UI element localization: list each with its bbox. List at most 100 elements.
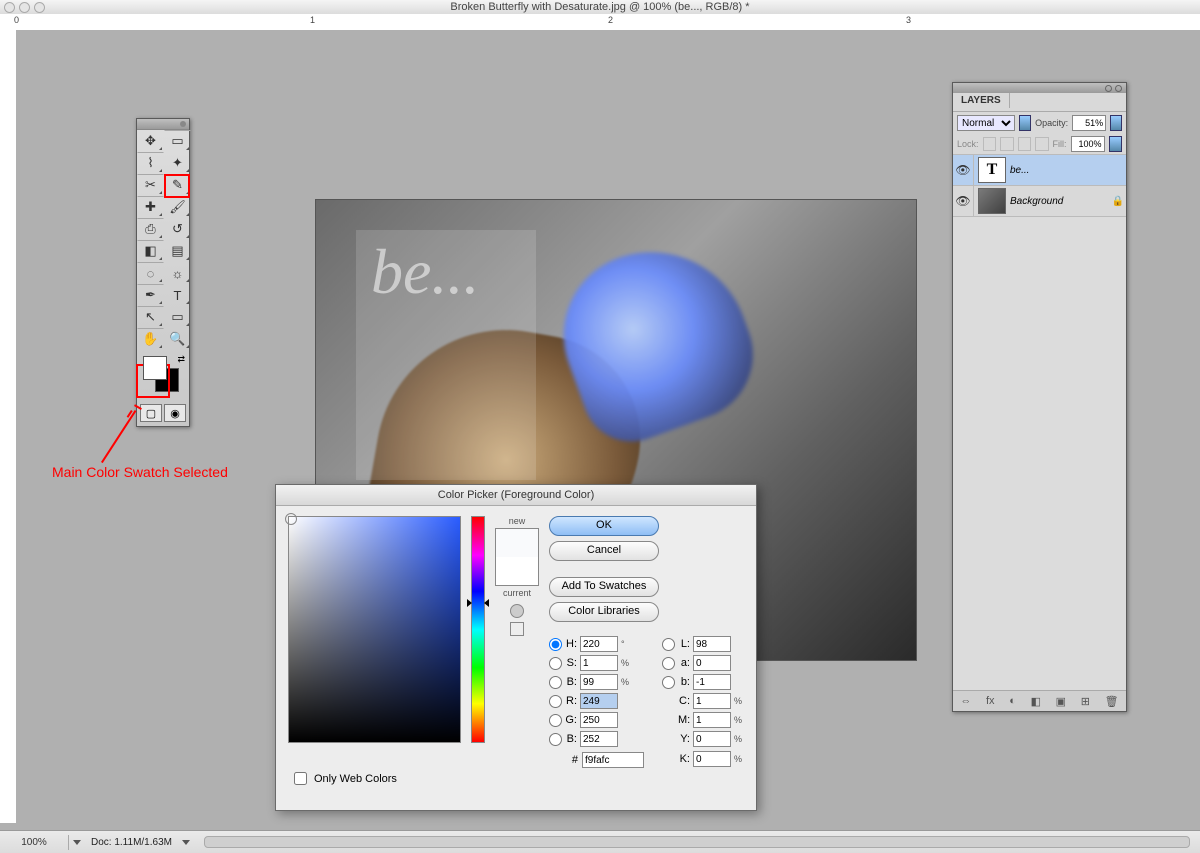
a-radio[interactable] (662, 657, 675, 670)
lock-image-icon[interactable] (1000, 137, 1014, 151)
fill-input[interactable] (1071, 136, 1105, 152)
web-safe-warning-icon[interactable] (510, 622, 524, 636)
opacity-input[interactable] (1072, 115, 1106, 131)
r-radio[interactable] (549, 695, 562, 708)
tool-hand[interactable]: ✋ (137, 328, 164, 350)
zoom-level[interactable]: 100% (0, 835, 69, 850)
layers-panel-header[interactable] (953, 83, 1126, 93)
add-to-swatches-button[interactable]: Add To Swatches (549, 577, 659, 597)
b-radio[interactable] (662, 676, 675, 689)
status-bar: 100% Doc: 1.11M/1.63M (0, 830, 1200, 853)
ruler-vertical[interactable] (0, 30, 17, 823)
fill-flyout-icon[interactable] (1109, 136, 1123, 152)
layer-row[interactable]: 👁Tbe... (953, 155, 1126, 186)
tools-panel[interactable]: ✥▭⌇✦✂✎✚🖌⎙↺◧▤◌☼✒T↖▭✋🔍 ⇄ ▢ ◉ (136, 118, 190, 427)
tool-shape[interactable]: ▭ (164, 306, 191, 328)
standard-mode-button[interactable]: ▢ (140, 404, 162, 422)
saturation-value-field[interactable] (288, 516, 461, 743)
tool-healing[interactable]: ✚ (137, 196, 164, 218)
tool-stamp[interactable]: ⎙ (137, 218, 164, 240)
layers-footer-btn-0[interactable]: ⇔ (960, 695, 971, 707)
layers-footer-btn-4[interactable]: ▣ (1056, 695, 1066, 708)
k-input[interactable] (693, 751, 731, 767)
window-controls[interactable] (4, 2, 45, 13)
layers-footer-btn-3[interactable]: ◧ (1031, 695, 1041, 708)
b-input[interactable] (693, 674, 731, 690)
text-layer-be[interactable]: be... (371, 235, 479, 309)
dialog-title: Color Picker (Foreground Color) (276, 485, 756, 506)
tool-history-brush[interactable]: ↺ (164, 218, 191, 240)
tool-move[interactable]: ✥ (137, 130, 164, 152)
ruler-horizontal[interactable]: 0 1 2 3 (0, 14, 1200, 31)
status-menu2-icon[interactable] (182, 840, 190, 845)
c-input[interactable] (693, 693, 731, 709)
tool-dodge[interactable]: ☼ (164, 262, 191, 284)
s-input[interactable] (580, 655, 618, 671)
lock-transparency-icon[interactable] (983, 137, 997, 151)
layer-name[interactable]: Background (1010, 196, 1110, 207)
hue-pointer-left-icon[interactable] (467, 599, 472, 607)
y-input[interactable] (693, 731, 731, 747)
tool-eraser[interactable]: ◧ (137, 240, 164, 262)
bb-radio[interactable] (549, 676, 562, 689)
hex-input[interactable] (582, 752, 644, 768)
horizontal-scrollbar[interactable] (204, 836, 1190, 848)
bb-input[interactable] (580, 674, 618, 690)
color-libraries-button[interactable]: Color Libraries (549, 602, 659, 622)
gamut-warning-icon[interactable] (510, 604, 524, 618)
tool-pen[interactable]: ✒ (137, 284, 164, 306)
tool-magic-wand[interactable]: ✦ (164, 152, 191, 174)
visibility-icon[interactable]: 👁 (953, 155, 974, 185)
g-radio[interactable] (549, 714, 562, 727)
status-menu-icon[interactable] (73, 840, 81, 845)
cancel-button[interactable]: Cancel (549, 541, 659, 561)
h-radio[interactable] (549, 638, 562, 651)
layers-footer-btn-6[interactable]: 🗑 (1105, 695, 1119, 708)
tool-lasso[interactable]: ⌇ (137, 152, 164, 174)
l-input[interactable] (693, 636, 731, 652)
s-radio[interactable] (549, 657, 562, 670)
color-picker-dialog[interactable]: Color Picker (Foreground Color) new curr… (275, 484, 757, 811)
foreground-color-swatch[interactable] (143, 356, 167, 380)
blend-mode-dropdown-icon[interactable] (1019, 115, 1031, 131)
ok-button[interactable]: OK (549, 516, 659, 536)
tool-type[interactable]: T (164, 284, 191, 306)
opacity-flyout-icon[interactable] (1110, 115, 1122, 131)
quick-mask-button[interactable]: ◉ (164, 404, 186, 422)
g-input[interactable] (580, 712, 618, 728)
m-input[interactable] (693, 712, 731, 728)
new-current-swatch[interactable] (495, 528, 539, 586)
window-title: Broken Butterfly with Desaturate.jpg @ 1… (450, 1, 749, 13)
r-input[interactable] (580, 693, 618, 709)
tool-brush[interactable]: 🖌 (164, 196, 191, 218)
hue-slider[interactable] (471, 516, 485, 743)
lock-position-icon[interactable] (1018, 137, 1032, 151)
tool-blur[interactable]: ◌ (137, 262, 164, 284)
tool-zoom[interactable]: 🔍 (164, 328, 191, 350)
layer-name[interactable]: be... (1010, 165, 1110, 176)
layer-row[interactable]: 👁Background🔒 (953, 186, 1126, 217)
layers-footer-btn-2[interactable]: ◐ (1009, 695, 1016, 707)
tool-marquee[interactable]: ▭ (164, 130, 191, 152)
lock-all-icon[interactable] (1035, 137, 1049, 151)
tool-path-select[interactable]: ↖ (137, 306, 164, 328)
bl-radio[interactable] (549, 733, 562, 746)
layers-tab[interactable]: LAYERS (953, 93, 1010, 108)
layers-panel[interactable]: LAYERS Normal Opacity: Lock: Fill: 👁Tbe.… (952, 82, 1127, 712)
h-input[interactable] (580, 636, 618, 652)
layers-footer-btn-5[interactable]: ⊞ (1081, 695, 1090, 708)
blend-mode-select[interactable]: Normal (957, 115, 1015, 131)
tool-gradient[interactable]: ▤ (164, 240, 191, 262)
sv-cursor-icon[interactable] (285, 513, 297, 525)
visibility-icon[interactable]: 👁 (953, 186, 974, 216)
layers-footer-btn-1[interactable]: fx (986, 695, 995, 707)
bl-input[interactable] (580, 731, 618, 747)
tools-panel-header[interactable] (137, 119, 189, 130)
l-radio[interactable] (662, 638, 675, 651)
swap-colors-icon[interactable]: ⇄ (177, 354, 185, 365)
hue-pointer-right-icon[interactable] (484, 599, 489, 607)
a-input[interactable] (693, 655, 731, 671)
only-web-colors-checkbox[interactable]: Only Web Colors (290, 769, 397, 788)
tool-eyedropper[interactable]: ✎ (164, 174, 191, 196)
tool-crop[interactable]: ✂ (137, 174, 164, 196)
